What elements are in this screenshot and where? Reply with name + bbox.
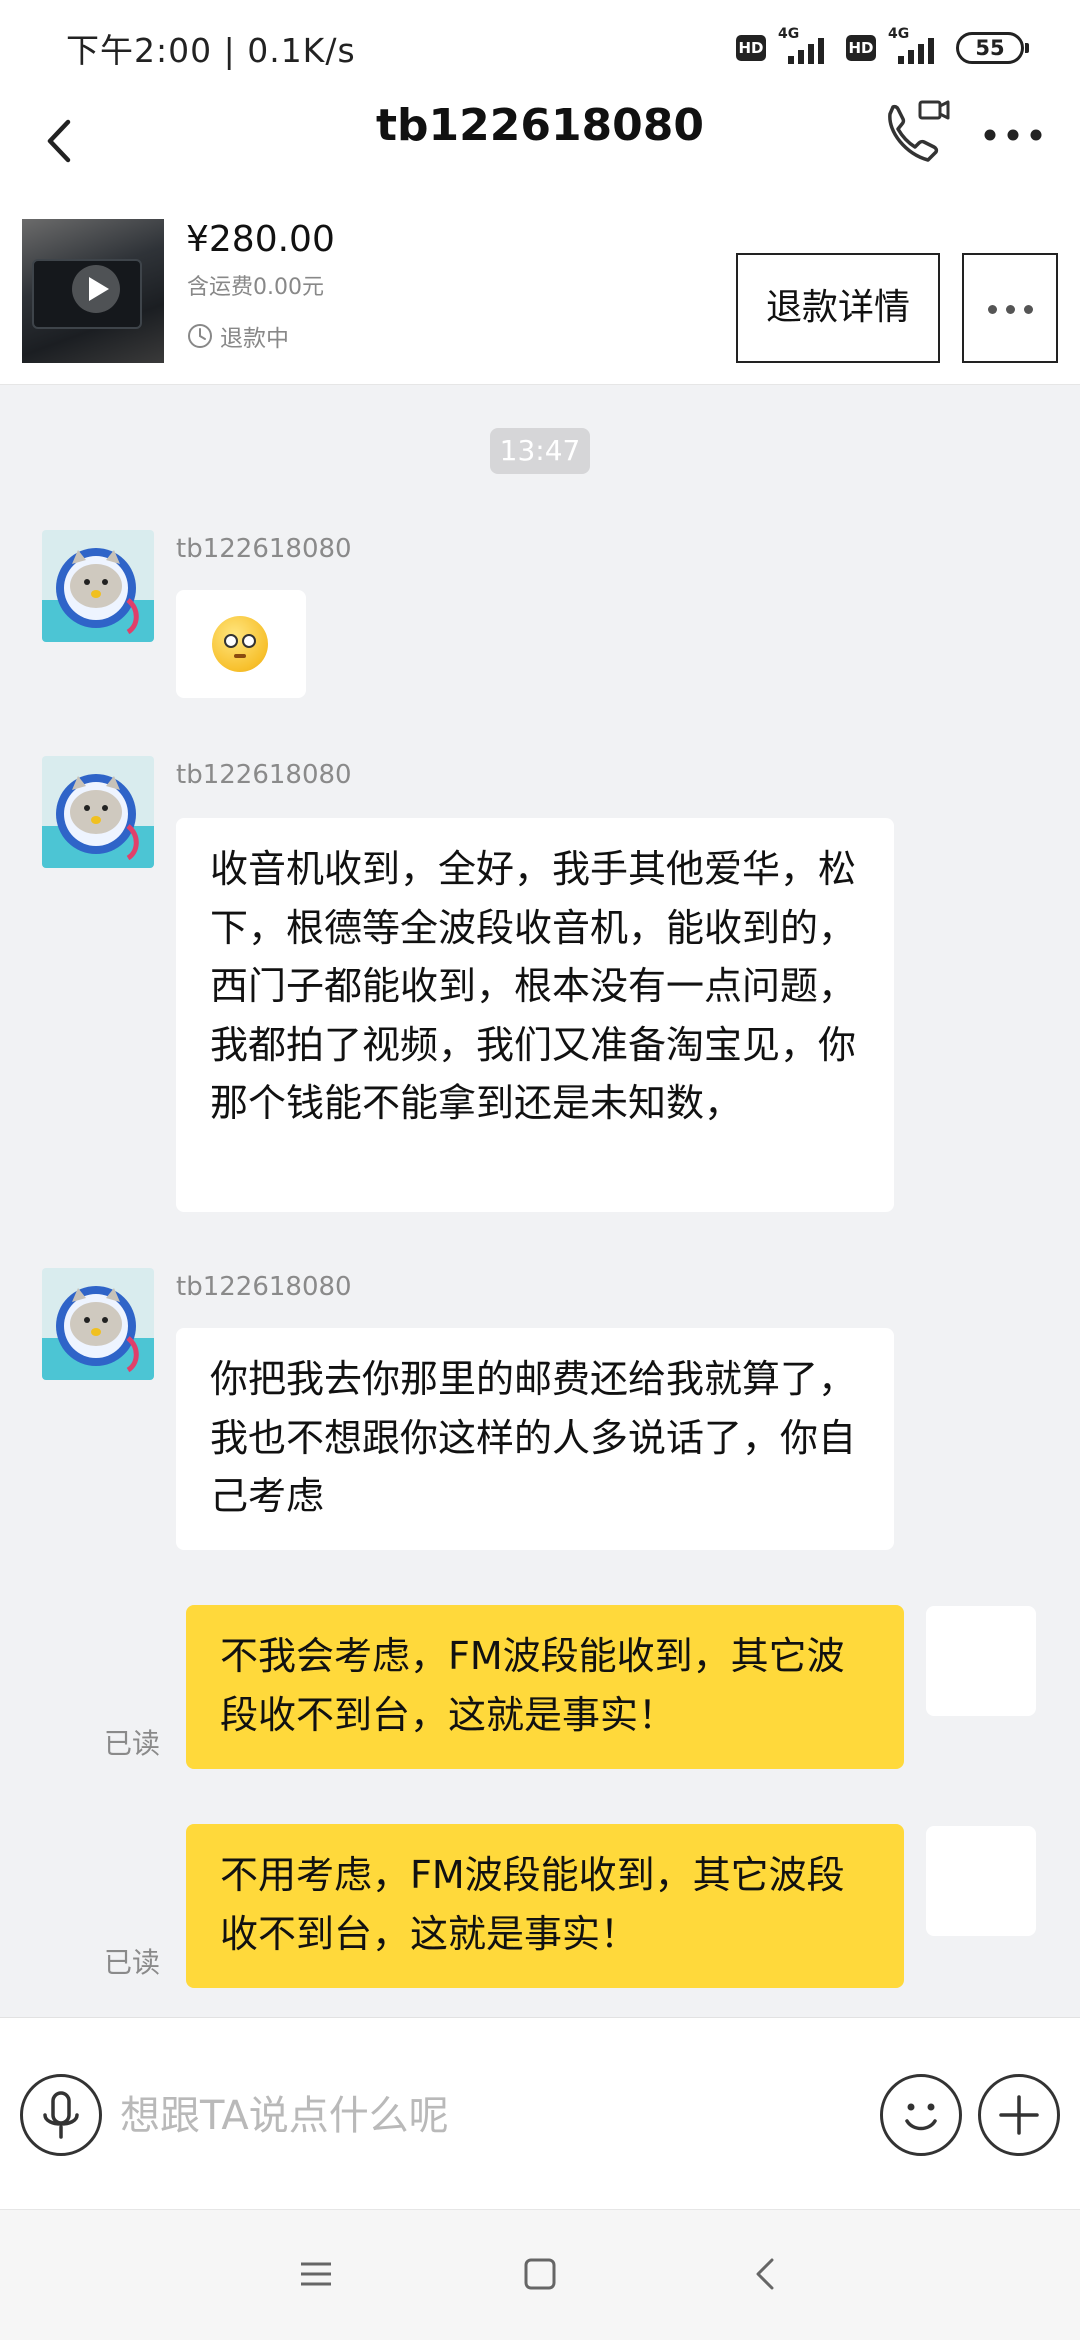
read-receipt: 已读 [104,1946,161,1979]
phone-video-icon [888,100,950,162]
read-receipt: 已读 [104,1727,161,1760]
product-thumbnail[interactable] [22,219,164,363]
more-horizontal-icon [984,129,1042,141]
my-message-bubble[interactable]: 不用考虑，FM波段能收到，其它波段收不到台，这就是事实！ [186,1824,904,1988]
system-back-button[interactable] [736,2244,796,2304]
refund-status: 退款中 [186,319,289,353]
menu-button[interactable] [286,2244,346,2304]
contact-avatar[interactable] [42,530,154,642]
back-button[interactable] [26,106,96,176]
call-button[interactable] [876,94,956,174]
order-more-button[interactable] [962,253,1058,363]
sender-name: tb122618080 [176,534,352,564]
message-bubble[interactable]: 收音机收到，全好，我手其他爱华，松下，根德等全波段收音机，能收到的，西门子都能收… [176,818,894,1212]
smiley-icon [905,2103,937,2131]
my-message-bubble[interactable]: 不我会考虑，FM波段能收到，其它波段收不到台，这就是事实！ [186,1605,904,1769]
play-icon [72,265,120,313]
order-card: ¥280.00 含运费0.00元 退款中 退款详情 [0,205,1080,385]
more-options-button[interactable] [980,110,1050,160]
my-avatar[interactable] [926,1826,1036,1936]
hd-badge: HD [736,35,766,61]
my-avatar[interactable] [926,1606,1036,1716]
microphone-icon [43,2091,79,2139]
triangle-back-icon [756,2258,774,2290]
chevron-left-icon [47,119,71,163]
sender-name: tb122618080 [176,760,352,790]
order-price: ¥280.00 [186,219,335,260]
more-horizontal-icon [988,305,1033,314]
shipping-fee: 含运费0.00元 [187,275,324,300]
status-icons: HD 4G HD 4G 55 [736,26,1029,68]
status-time: 下午2:00 | 0.1K/s [66,31,356,70]
contact-avatar[interactable] [42,756,154,868]
sender-name: tb122618080 [176,1272,352,1302]
message-bubble[interactable]: 你把我去你那里的邮费还给我就算了，我也不想跟你这样的人多说话了，你自己考虑 [176,1328,894,1550]
system-navigation-bar [0,2209,1080,2340]
plus-icon [999,2095,1039,2135]
flushed-face-icon [212,616,268,672]
clock-icon [188,324,212,348]
refund-detail-button[interactable]: 退款详情 [736,253,940,363]
contact-name-title: tb122618080 [375,100,705,151]
cat-avatar-icon [42,774,154,868]
home-square-icon [524,2258,556,2290]
emoji-button[interactable] [880,2074,962,2156]
message-input[interactable] [120,2078,860,2154]
hd-badge-2: HD [846,35,876,61]
voice-input-button[interactable] [20,2074,102,2156]
message-timestamp: 13:47 [490,428,590,474]
status-bar: 下午2:00 | 0.1K/s HD 4G HD 4G 55 [0,0,1080,90]
message-bubble-emoji[interactable] [176,590,306,698]
message-input-bar [0,2017,1080,2209]
menu-icon [301,2262,331,2286]
battery-icon: 55 [956,32,1029,64]
add-attachment-button[interactable] [978,2074,1060,2156]
signal-icon-2: 4G [888,26,944,66]
signal-icon: 4G [778,26,834,66]
cat-avatar-icon [42,1286,154,1380]
refund-status-label: 退款中 [220,326,289,352]
contact-avatar[interactable] [42,1268,154,1380]
chat-header: tb122618080 [0,90,1080,205]
home-button[interactable] [510,2244,570,2304]
cat-avatar-icon [42,548,154,642]
